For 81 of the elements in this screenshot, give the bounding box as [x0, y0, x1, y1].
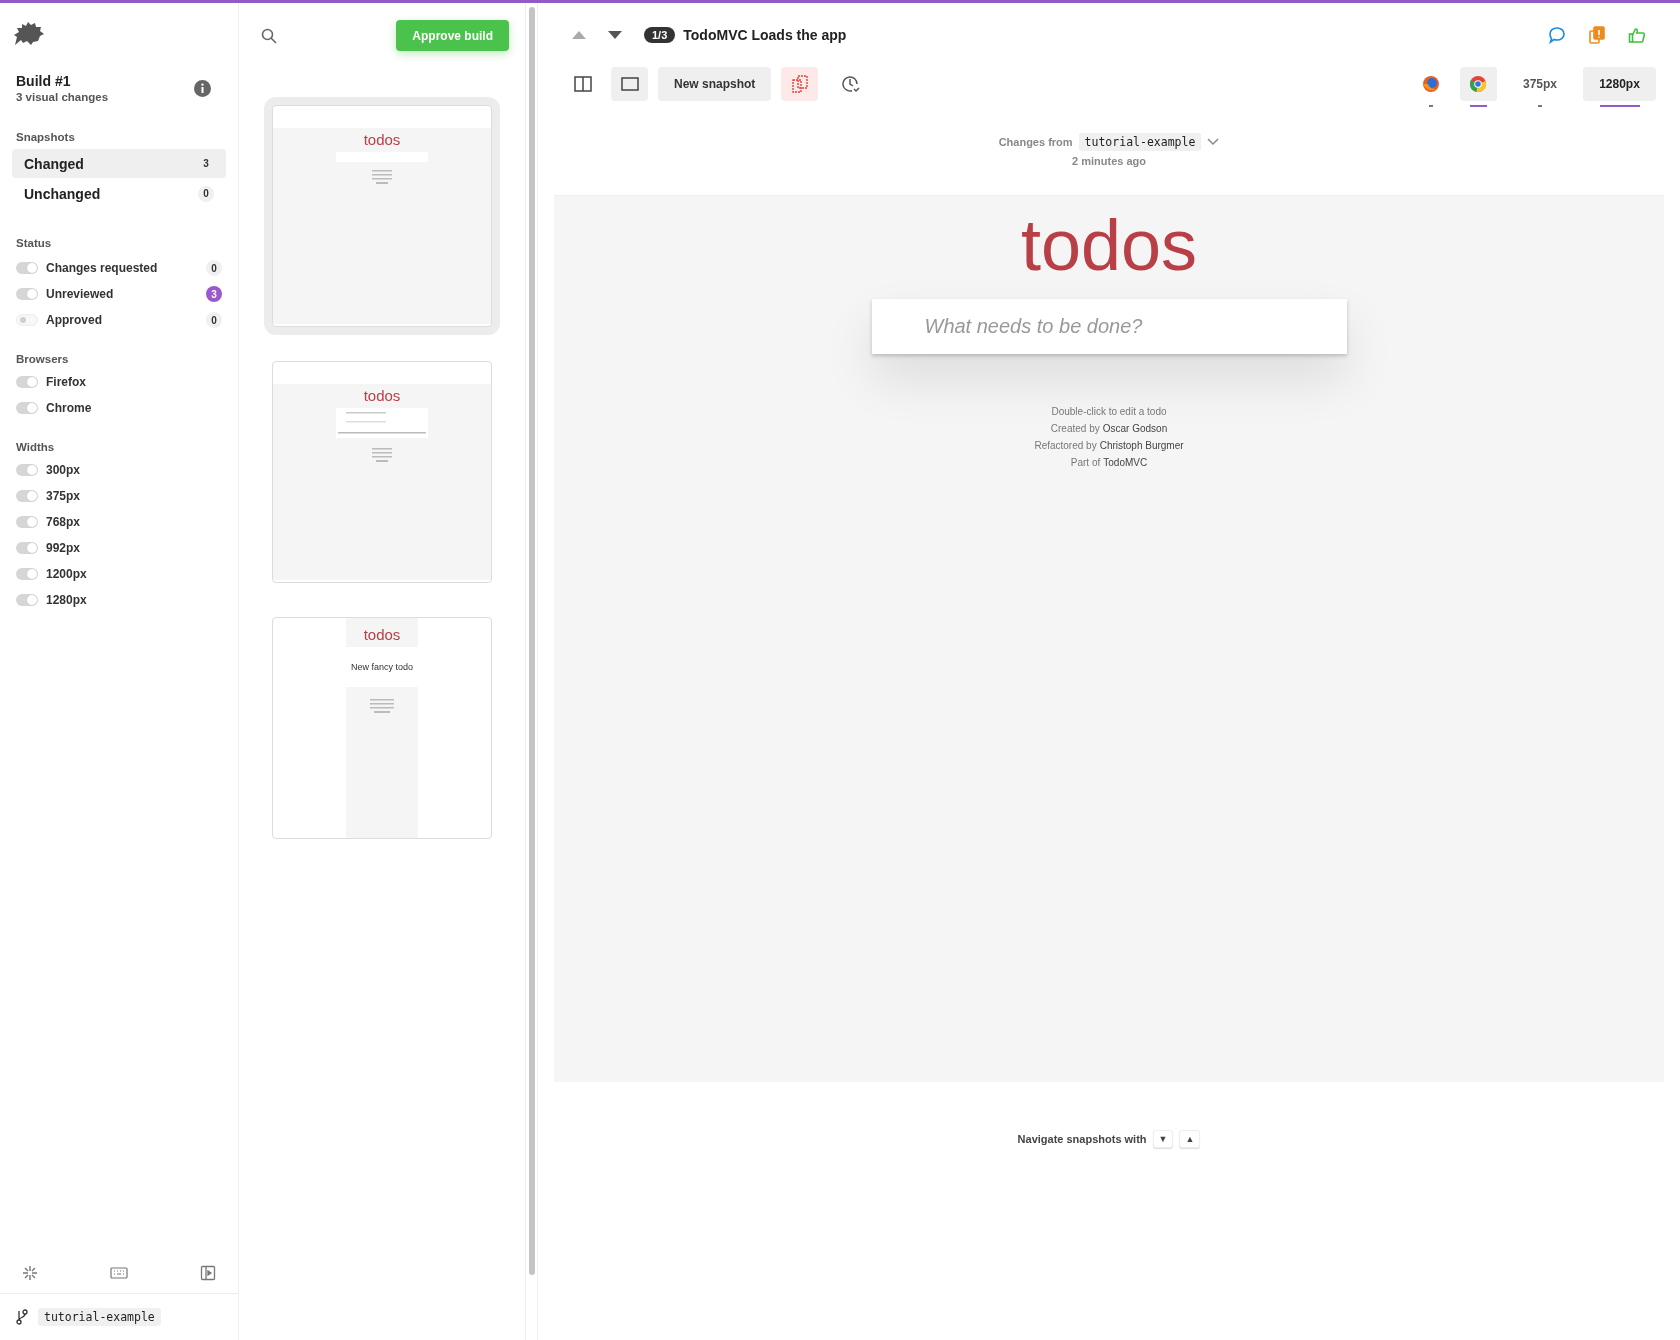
thumbs-up-icon[interactable]: [1628, 26, 1646, 44]
filter-label: 768px: [46, 515, 81, 529]
thumbnail-title: todos: [363, 626, 401, 643]
branch-icon: [16, 1309, 28, 1325]
toggle-switch[interactable]: [16, 376, 38, 388]
section-heading: Widths: [16, 441, 56, 453]
toggle-switch[interactable]: [16, 262, 38, 274]
thumbnail-title: todos: [363, 131, 401, 148]
section-heading: Browsers: [16, 353, 70, 365]
navigate-hint: Navigate snapshots with: [1017, 1133, 1147, 1145]
info-text: Refactored by: [1034, 440, 1097, 452]
branch-name: tutorial-example: [38, 1308, 161, 1326]
thumbnail-todo-item: New fancy todo: [350, 662, 413, 672]
toggle-switch[interactable]: [16, 516, 38, 528]
keyboard-icon[interactable]: [110, 1266, 128, 1280]
previous-arrow-icon[interactable]: [572, 31, 586, 39]
split-view-icon: [573, 76, 592, 92]
firefox-icon: [1422, 75, 1441, 93]
diff-icon: [791, 75, 808, 93]
new-snapshot-button[interactable]: New snapshot: [658, 67, 772, 101]
comment-icon[interactable]: [1548, 26, 1566, 44]
thumbnail-title: todos: [363, 387, 401, 404]
history-icon[interactable]: [842, 75, 861, 93]
chrome-icon: [1469, 75, 1488, 93]
panel-icon[interactable]: [200, 1265, 216, 1281]
filter-label: Unreviewed: [46, 287, 114, 301]
request-changes-icon[interactable]: [1588, 26, 1606, 44]
single-view-icon: [620, 77, 639, 91]
thumbnail-content-drawing: [370, 699, 394, 713]
count-badge: 3: [206, 286, 222, 302]
toggle-switch[interactable]: [16, 314, 38, 326]
section-heading: Status: [16, 237, 53, 249]
keyboard-key: ▲: [1179, 1130, 1201, 1148]
filter-label: 1200px: [46, 567, 87, 581]
info-text: Part of: [1070, 457, 1101, 469]
toggle-switch[interactable]: [16, 594, 38, 606]
diff-toggle-button[interactable]: [781, 67, 819, 101]
search-icon[interactable]: [261, 27, 277, 44]
sparkle-icon[interactable]: [22, 1265, 38, 1281]
snapshot-counter: 1/3: [644, 27, 676, 43]
scrollbar[interactable]: [529, 7, 535, 1275]
count-badge: 0: [206, 312, 222, 328]
toggle-switch[interactable]: [16, 542, 38, 554]
snapshot-title: TodoMVC Loads the app: [683, 27, 847, 43]
count-badge: 0: [198, 185, 214, 202]
count-badge: 0: [206, 260, 222, 276]
info-text: Double-click to edit a todo: [1051, 406, 1167, 418]
build-title: Build #1: [16, 73, 72, 89]
snapshot-filter[interactable]: Unchanged 0: [12, 179, 226, 208]
filter-label: 300px: [46, 463, 81, 477]
chrome-button[interactable]: [1459, 67, 1497, 101]
width-button[interactable]: 1280px: [1583, 67, 1656, 101]
snapshot-filter[interactable]: Changed 3: [12, 149, 226, 178]
filter-label: Changes requested: [46, 261, 158, 275]
filter-label: Approved: [46, 313, 102, 327]
base-branch-name: tutorial-example: [1078, 133, 1202, 151]
toggle-switch[interactable]: [16, 402, 38, 414]
changes-from-label: Changes from: [998, 136, 1073, 148]
toggle-switch[interactable]: [16, 490, 38, 502]
toggle-switch[interactable]: [16, 288, 38, 300]
time-ago: 2 minutes ago: [1072, 155, 1146, 167]
toggle-switch[interactable]: [16, 464, 38, 476]
toggle-switch[interactable]: [16, 568, 38, 580]
keyboard-key: ▼: [1152, 1130, 1174, 1148]
filter-label: Firefox: [46, 375, 86, 389]
build-subtitle: 3 visual changes: [16, 91, 109, 103]
filter-label: 1280px: [46, 593, 87, 607]
chevron-down-icon[interactable]: [1207, 138, 1220, 146]
section-heading: Snapshots: [16, 131, 76, 143]
placeholder-text: What needs to be done?: [924, 315, 1143, 339]
app-title: todos: [1020, 206, 1198, 286]
width-button[interactable]: 375px: [1506, 67, 1573, 101]
filter-label: 992px: [46, 541, 81, 555]
snapshot-thumbnail[interactable]: todos: [264, 97, 500, 335]
single-view-button[interactable]: [611, 67, 648, 101]
filter-label: Chrome: [46, 401, 92, 415]
filter-label: 375px: [46, 489, 81, 503]
info-text: Created by: [1050, 423, 1100, 435]
next-arrow-icon[interactable]: [608, 31, 622, 39]
info-icon[interactable]: [194, 79, 211, 97]
item-count: 3: [202, 157, 210, 171]
